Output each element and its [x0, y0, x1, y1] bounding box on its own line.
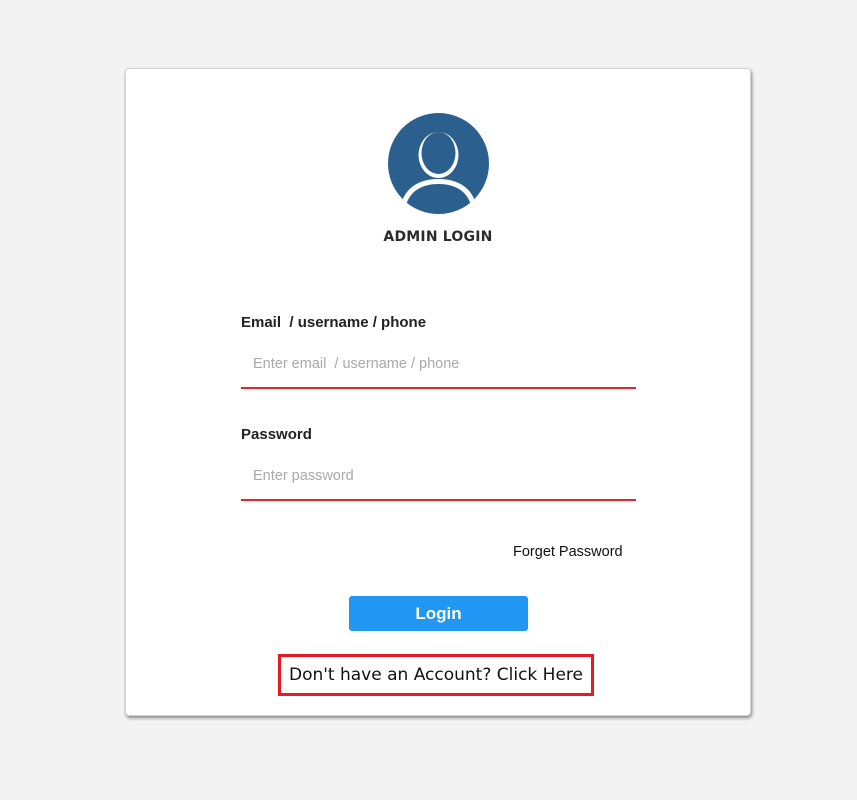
login-card: ADMIN LOGIN Email / username / phone Pas…: [125, 68, 751, 716]
forget-password-link[interactable]: Forget Password: [513, 544, 623, 560]
user-avatar-icon: [388, 113, 489, 214]
email-label: Email / username / phone: [241, 314, 427, 331]
email-field[interactable]: [241, 341, 636, 389]
password-label: Password: [241, 426, 312, 443]
signup-link[interactable]: Don't have an Account? Click Here: [278, 654, 594, 696]
login-button[interactable]: Login: [349, 596, 528, 631]
password-field[interactable]: [241, 453, 636, 501]
page-title: ADMIN LOGIN: [383, 229, 493, 245]
